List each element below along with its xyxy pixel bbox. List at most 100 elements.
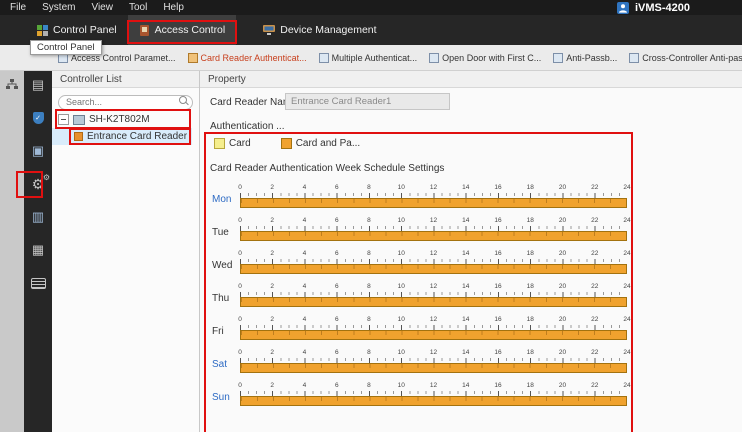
schedule-row-wed: Wed 0 2 4 6 8 10 12 14 16 18 20 22 24	[200, 249, 742, 282]
time-ruler: 0 2 4 6 8 10 12 14 16 18 20 22 24	[238, 184, 631, 191]
property-header: Property	[200, 71, 742, 88]
first-card-icon	[429, 52, 440, 63]
menu-view[interactable]: View	[83, 0, 121, 15]
subtab-label: Anti-Passb...	[566, 52, 618, 63]
menu-bar: File System View Tool Help iVMS-4200	[0, 0, 742, 15]
subtab-multiple-authentication[interactable]: Multiple Authenticat...	[314, 45, 423, 70]
schedule-bar-tue[interactable]	[240, 231, 627, 241]
subtab-cross-controller-anti-passing[interactable]: Cross-Controller Anti-passing	[624, 45, 742, 70]
control-panel-tooltip: Control Panel	[30, 40, 102, 55]
schedule-bar-thu[interactable]	[240, 297, 627, 307]
controller-tree: SH-K2T802M Entrance Card Reader	[52, 109, 199, 145]
schedule-bar-sat[interactable]	[240, 363, 627, 373]
access-control-icon	[139, 24, 150, 36]
subtab-open-door-first-card[interactable]: Open Door with First C...	[424, 45, 546, 70]
permission-icon[interactable]	[24, 144, 52, 158]
subtab-label: Multiple Authenticat...	[331, 52, 418, 63]
controller-list-panel: Controller List SH-K2T802M Entrance Card…	[52, 71, 200, 432]
schedule-row-mon: Mon 0 2 4 6 8 10 12 14 16 18 20 22 24	[200, 183, 742, 216]
schedule-row-thu: Thu 0 2 4 6 8 10 12 14 16 18 20 22 24	[200, 282, 742, 315]
tree-node-controller[interactable]: SH-K2T802M	[52, 109, 192, 129]
timeline-thu: 0 2 4 6 8 10 12 14 16 18 20 22 24	[238, 282, 631, 315]
timeline-fri: 0 2 4 6 8 10 12 14 16 18 20 22 24	[238, 315, 631, 348]
menubar-right: iVMS-4200	[616, 1, 690, 14]
timeline-wed: 0 2 4 6 8 10 12 14 16 18 20 22 24	[238, 249, 631, 282]
legend-card-and-password[interactable]: Card and Pa...	[280, 138, 361, 149]
shield-icon	[32, 112, 44, 124]
subtab-anti-passback[interactable]: Anti-Passb...	[548, 45, 622, 70]
card-reader-icon	[74, 132, 83, 141]
card-color-swatch	[214, 138, 225, 149]
week-schedule: Mon 0 2 4 6 8 10 12 14 16 18 20 22 24 Tue 0 2 4 6 8 10 12 1…	[200, 183, 742, 414]
card-issuing-icon[interactable]	[24, 210, 52, 224]
subtab-label: Open Door with First C...	[442, 52, 542, 63]
time-ruler: 0 2 4 6 8 10 12 14 16 18 20 22 24	[238, 316, 631, 323]
legend-card-and-password-label: Card and Pa...	[295, 138, 361, 149]
legend-card-label: Card	[229, 138, 251, 149]
auth-type-legend: Card Card and Pa...	[214, 138, 360, 149]
app-title: iVMS-4200	[634, 1, 690, 14]
tab-access-control[interactable]: Access Control	[126, 15, 238, 45]
day-label-sun[interactable]: Sun	[212, 392, 230, 403]
day-label-fri: Fri	[212, 326, 224, 337]
time-ruler: 0 2 4 6 8 10 12 14 16 18 20 22 24	[238, 382, 631, 389]
user-account-icon[interactable]	[616, 1, 629, 14]
schedule-template-icon[interactable]	[24, 78, 52, 92]
ivms-4200-window: File System View Tool Help iVMS-4200 Con…	[0, 0, 742, 432]
schedule-bar-sun[interactable]	[240, 396, 627, 406]
menu-help[interactable]: Help	[155, 0, 192, 15]
anti-passback-icon	[553, 52, 564, 63]
card-reader-name: Entrance Card Reader	[87, 131, 188, 142]
search-input[interactable]	[58, 94, 193, 110]
multiple-auth-icon	[318, 52, 329, 63]
day-label-wed: Wed	[212, 260, 233, 271]
device-icon	[73, 114, 85, 125]
time-ruler: 0 2 4 6 8 10 12 14 16 18 20 22 24	[238, 250, 631, 257]
card-and-password-color-swatch	[280, 138, 292, 149]
schedule-bar-wed[interactable]	[240, 264, 627, 274]
card-icon[interactable]	[24, 276, 52, 290]
settings-gear-icon[interactable]	[16, 171, 52, 198]
schedule-bar-mon[interactable]	[240, 198, 627, 208]
menu-file[interactable]: File	[2, 0, 34, 15]
organization-icon[interactable]	[6, 79, 18, 432]
authentication-group-label: Authentication ...	[210, 121, 285, 132]
controller-name: SH-K2T802M	[89, 114, 150, 125]
day-label-sat[interactable]: Sat	[212, 359, 227, 370]
day-label-mon[interactable]: Mon	[212, 194, 231, 205]
time-ruler: 0 2 4 6 8 10 12 14 16 18 20 22 24	[238, 283, 631, 290]
cross-controller-icon	[629, 52, 640, 63]
status-shield-icon[interactable]	[24, 111, 52, 125]
legend-card[interactable]: Card	[214, 138, 251, 149]
menu-system[interactable]: System	[34, 0, 83, 15]
menu-tool[interactable]: Tool	[121, 0, 155, 15]
search-box	[58, 92, 193, 110]
schedule-bar-fri[interactable]	[240, 330, 627, 340]
collapse-icon[interactable]	[58, 114, 69, 125]
schedule-title: Card Reader Authentication Week Schedule…	[210, 163, 445, 174]
search-icon[interactable]	[179, 96, 187, 104]
day-label-tue: Tue	[212, 227, 229, 238]
timeline-mon: 0 2 4 6 8 10 12 14 16 18 20 22 24	[238, 183, 631, 216]
subtab-card-reader-authentication[interactable]: Card Reader Authenticat...	[183, 45, 312, 70]
controller-list-header: Controller List	[52, 71, 199, 88]
left-rail	[0, 71, 24, 432]
timeline-sun: 0 2 4 6 8 10 12 14 16 18 20 22 24	[238, 381, 631, 414]
card-reader-name-input[interactable]	[285, 93, 450, 110]
log-search-icon[interactable]	[24, 243, 52, 257]
device-management-icon	[263, 24, 276, 36]
tree-node-card-reader[interactable]: Entrance Card Reader	[52, 128, 192, 145]
property-content: Card Reader Name: Authentication ... Car…	[200, 88, 742, 432]
subtab-bar: Access Control Paramet... Card Reader Au…	[0, 45, 742, 71]
sidebar-toolbar	[16, 71, 52, 432]
small-gear-icon	[43, 173, 50, 182]
schedule-row-fri: Fri 0 2 4 6 8 10 12 14 16 18 20 22 24	[200, 315, 742, 348]
subtab-label: Cross-Controller Anti-passing	[642, 52, 742, 63]
property-panel: Property Card Reader Name: Authenticatio…	[200, 71, 742, 432]
day-label-thu: Thu	[212, 293, 230, 304]
time-ruler: 0 2 4 6 8 10 12 14 16 18 20 22 24	[238, 217, 631, 224]
tab-device-management[interactable]: Device Management	[252, 15, 387, 45]
subtab-label: Card Reader Authenticat...	[200, 52, 307, 63]
main-tab-bar: Control Panel Access Control Device Mana…	[0, 15, 742, 45]
card-chip-icon	[30, 277, 46, 289]
